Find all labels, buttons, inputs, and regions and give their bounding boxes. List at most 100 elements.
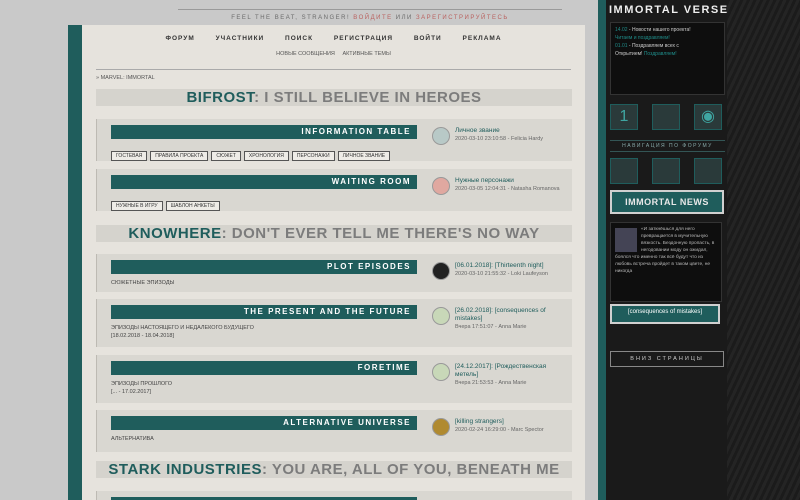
avatar[interactable]: [432, 307, 450, 325]
last-post-meta: Вчера 21:53:53 - Anna Marie: [455, 380, 527, 386]
forum-description: ЭПИЗОДЫ НАСТОЯЩЕГО И НЕДАЛЕКОГО БУДУЩЕГО: [111, 325, 254, 331]
forum-description: АЛЬТЕРНАТИВА: [111, 436, 154, 442]
forum-row: [96, 491, 572, 500]
category-accent: BIFROST: [186, 89, 255, 106]
immortal-news-button[interactable]: IMMORTAL NEWS: [610, 190, 724, 214]
last-post: [killing strangers] 2020-02-24 16:29:00 …: [455, 418, 567, 434]
forum-description: СЮЖЕТНЫЕ ЭПИЗОДЫ: [111, 280, 175, 286]
news-text: - Новости нашего проекта!: [628, 27, 691, 33]
post-title-button[interactable]: [consequences of mistakes]: [610, 304, 720, 324]
forum-title[interactable]: PLOT EPISODES: [111, 260, 417, 274]
category-bifrost: BIFROST: I STILL BELIEVE IN HEROES: [96, 89, 572, 106]
eye-icon[interactable]: ◉: [694, 104, 722, 130]
last-post-meta: Вчера 17:51:07 - Anna Marie: [455, 324, 527, 330]
last-post-meta: 2020-03-05 12:04:31 - Natasha Romanova: [455, 186, 560, 192]
tag[interactable]: ПЕРСОНАЖИ: [291, 151, 335, 161]
forum-row: FORETIME ЭПИЗОДЫ ПРОШЛОГО [... - 17.02.2…: [96, 355, 572, 403]
forum-description: ЭПИЗОДЫ ПРОШЛОГО: [111, 381, 173, 387]
navigation-header: НАВИГАЦИЯ ПО ФОРУМУ: [610, 140, 725, 152]
main-nav: ФОРУМ УЧАСТНИКИ ПОИСК РЕГИСТРАЦИЯ ВОЙТИ …: [82, 35, 585, 42]
last-post: [24.12.2017]: [Рождественская метель] Вч…: [455, 363, 567, 387]
last-post: [06.01.2018]: [Thirteenth night] 2020-03…: [455, 262, 567, 278]
category-accent: STARK INDUSTRIES: [108, 461, 262, 478]
last-post-meta: 2020-02-24 16:29:00 - Marc Spector: [455, 427, 544, 433]
nav-members[interactable]: УЧАСТНИКИ: [216, 35, 265, 42]
category-rest: : I STILL BELIEVE IN HEROES: [254, 89, 482, 106]
forum-tags: ГОСТЕВАЯ ПРАВИЛА ПРОЕКТА СЮЖЕТ ХРОНОЛОГИЯ ПЕ…: [111, 144, 393, 162]
tag[interactable]: ГОСТЕВАЯ: [111, 151, 148, 161]
or-text: ИЛИ: [395, 15, 413, 21]
nav-forum[interactable]: ФОРУМ: [165, 35, 194, 42]
forum-row: PLOT EPISODES СЮЖЕТНЫЕ ЭПИЗОДЫ [06.01.20…: [96, 254, 572, 292]
stripes-decoration: [727, 0, 800, 500]
sub-nav: НОВЫЕ СООБЩЕНИЯ АКТИВНЫЕ ТЕМЫ: [82, 51, 585, 57]
nav-register[interactable]: РЕГИСТРАЦИЯ: [334, 35, 393, 42]
forum-title[interactable]: THE PRESENT AND THE FUTURE: [111, 305, 417, 319]
avatar[interactable]: [432, 363, 450, 381]
last-post-meta: 2020-03-10 21:55:32 - Loki Laufeyson: [455, 271, 548, 277]
active-topics-link[interactable]: АКТИВНЫЕ ТЕМЫ: [342, 51, 390, 57]
tag[interactable]: ЛИЧНОЕ ЗВАНИЕ: [337, 151, 391, 161]
avatar[interactable]: [432, 177, 450, 195]
category-knowhere: KNOWHERE: DON'T EVER TELL ME THERE'S NO …: [96, 225, 572, 242]
featured-post: «И заткнёшься для него превращается в му…: [610, 222, 722, 302]
forum-row: WAITING ROOM НУЖНЫЕ В ИГРУ ШАБЛОН АНКЕТЫ …: [96, 169, 572, 211]
character-tile[interactable]: [610, 158, 638, 184]
category-rest: : YOU ARE, ALL OF YOU, BENEATH ME: [261, 461, 560, 478]
nav-search[interactable]: ПОИСК: [285, 35, 313, 42]
news-date: 01.01: [615, 43, 628, 49]
news-sub[interactable]: Читаем и поздравляем!: [615, 34, 720, 42]
login-link[interactable]: ВОЙДИТЕ: [353, 15, 392, 21]
divider: [96, 69, 571, 70]
last-post-meta: 2020-03-10 23:10:58 - Felicia Hardy: [455, 136, 544, 142]
last-post: Нужные персонажи 2020-03-05 12:04:31 - N…: [455, 177, 567, 193]
site-logo[interactable]: IMMORTAL VERSE: [609, 4, 729, 16]
forum-title[interactable]: FORETIME: [111, 361, 417, 375]
news-sub-link[interactable]: Поздравляем!: [644, 51, 677, 57]
news-box: 14.02 - Новости нашего проекта! Читаем и…: [610, 22, 725, 95]
tag[interactable]: НУЖНЫЕ В ИГРУ: [111, 201, 163, 211]
scroll-bottom-button[interactable]: ВНИЗ СТРАНИЦЫ: [610, 351, 724, 367]
tag[interactable]: ШАБЛОН АНКЕТЫ: [165, 201, 220, 211]
tag[interactable]: ПРАВИЛА ПРОЕКТА: [150, 151, 209, 161]
top-strip: FEEL THE BEAT, STRANGER! ВОЙДИТЕ ИЛИ ЗАР…: [170, 9, 570, 28]
new-messages-link[interactable]: НОВЫЕ СООБЩЕНИЯ: [276, 51, 335, 57]
forum-row: THE PRESENT AND THE FUTURE ЭПИЗОДЫ НАСТО…: [96, 299, 572, 347]
last-post-title[interactable]: Личное звание: [455, 127, 567, 135]
category-stark: STARK INDUSTRIES: YOU ARE, ALL OF YOU, B…: [96, 461, 572, 478]
forum-row: ALTERNATIVE UNIVERSE АЛЬТЕРНАТИВА [killi…: [96, 410, 572, 452]
news-date: 14.02: [615, 27, 628, 33]
breadcrumb[interactable]: » MARVEL: IMMORTAL: [96, 75, 155, 81]
avatar[interactable]: [432, 262, 450, 280]
forum-title[interactable]: INFORMATION TABLE: [111, 125, 417, 139]
forum-date-range: [... - 17.02.2017]: [111, 389, 152, 395]
sidebar: IMMORTAL VERSE 14.02 - Новости нашего пр…: [606, 0, 800, 500]
news-text: - Поздравляем всех с: [628, 43, 679, 49]
forum-row: INFORMATION TABLE ГОСТЕВАЯ ПРАВИЛА ПРОЕКТ…: [96, 119, 572, 161]
forum-tags: НУЖНЫЕ В ИГРУ ШАБЛОН АНКЕТЫ: [111, 194, 223, 212]
last-post-title[interactable]: Нужные персонажи: [455, 177, 567, 185]
post-image: [615, 228, 637, 252]
character-tile[interactable]: [694, 158, 722, 184]
last-post: Личное звание 2020-03-10 23:10:58 - Feli…: [455, 127, 567, 143]
character-tile[interactable]: [652, 104, 680, 130]
nav-login[interactable]: ВОЙТИ: [414, 35, 442, 42]
forum-title[interactable]: WAITING ROOM: [111, 175, 417, 189]
tagline: FEEL THE BEAT, STRANGER!: [231, 15, 351, 21]
character-tile[interactable]: [652, 158, 680, 184]
nav-ads[interactable]: РЕКЛАМА: [463, 35, 502, 42]
last-post-title[interactable]: [24.12.2017]: [Рождественская метель]: [455, 363, 567, 379]
avatar[interactable]: [432, 127, 450, 145]
divider-accent: [598, 0, 606, 500]
last-post: [26.02.2018]: [consequences of mistakes]…: [455, 307, 567, 331]
category-rest: : DON'T EVER TELL ME THERE'S NO WAY: [221, 225, 540, 242]
register-link[interactable]: ЗАРЕГИСТРИРУЙТЕСЬ: [416, 15, 509, 21]
avatar[interactable]: [432, 418, 450, 436]
last-post-title[interactable]: [killing strangers]: [455, 418, 567, 426]
tag[interactable]: СЮЖЕТ: [211, 151, 241, 161]
last-post-title[interactable]: [06.01.2018]: [Thirteenth night]: [455, 262, 567, 270]
tag[interactable]: ХРОНОЛОГИЯ: [243, 151, 289, 161]
last-post-title[interactable]: [26.02.2018]: [consequences of mistakes]: [455, 307, 567, 323]
number-tile[interactable]: 1: [610, 104, 638, 130]
forum-title[interactable]: ALTERNATIVE UNIVERSE: [111, 416, 417, 430]
